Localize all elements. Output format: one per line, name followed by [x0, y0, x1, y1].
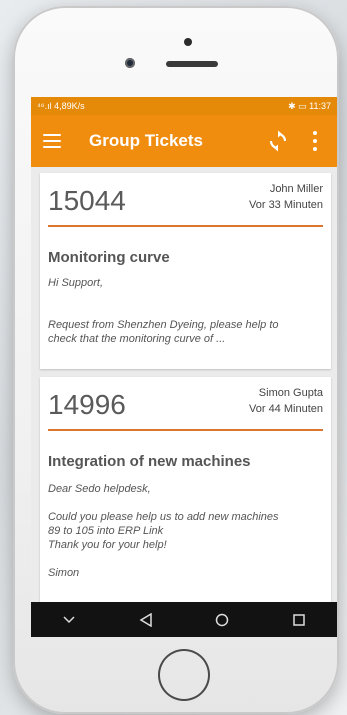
app-bar: Group Tickets [31, 115, 337, 167]
home-button[interactable] [158, 649, 210, 701]
body-line: Dear Sedo helpdesk, [48, 483, 151, 495]
body-line: check that the monitoring curve of ... [48, 333, 226, 345]
ticket-author: John Miller [269, 183, 323, 195]
ticket-time: Vor 44 Minuten [249, 403, 323, 415]
phone-screen: ⁴⁶.ıl 4,89K/s ✱ ▭ 11:37 Group Tickets 15… [31, 97, 337, 637]
recents-icon[interactable] [287, 608, 311, 632]
sync-icon[interactable] [267, 130, 289, 152]
ticket-header: 15044 John Miller Vor 33 Minuten [40, 173, 331, 225]
body-line [48, 290, 323, 304]
status-left: ⁴⁶.ıl 4,89K/s [37, 101, 85, 111]
page-title: Group Tickets [89, 131, 203, 150]
ticket-author: Simon Gupta [258, 387, 323, 399]
earpiece-speaker [166, 61, 218, 67]
ticket-time: Vor 33 Minuten [249, 199, 323, 211]
status-right: ✱ ▭ 11:37 [288, 100, 331, 111]
ticket-number: 14996 [48, 389, 126, 420]
more-vert-icon[interactable] [313, 131, 317, 151]
ticket-subject: Integration of new machines [48, 453, 251, 470]
body-line: 89 to 105 into ERP Link [48, 525, 164, 537]
body-line [48, 552, 323, 566]
body-line: Thank you for your help! [48, 539, 167, 551]
ticket-number: 15044 [48, 185, 126, 216]
body-line: Request from Shenzhen Dyeing, please hel… [48, 319, 279, 331]
ticket-header: 14996 Simon Gupta Vor 44 Minuten [40, 377, 331, 429]
collapse-icon[interactable] [57, 608, 81, 632]
ticket-list: 15044 John Miller Vor 33 Minuten Monitor… [31, 173, 337, 607]
ticket-subject: Monitoring curve [48, 249, 170, 266]
android-nav-bar [31, 602, 337, 637]
sensor-dot [184, 38, 192, 46]
ticket-card[interactable]: 15044 John Miller Vor 33 Minuten Monitor… [40, 173, 331, 369]
ticket-card[interactable]: 14996 Simon Gupta Vor 44 Minuten Integra… [40, 377, 331, 607]
ticket-body: Hi Support, Request from Shenzhen Dyeing… [40, 276, 331, 346]
back-icon[interactable] [134, 608, 158, 632]
body-line [48, 496, 323, 510]
body-line: Could you please help us to add new mach… [48, 511, 279, 523]
body-line: Simon [48, 567, 80, 579]
status-bar: ⁴⁶.ıl 4,89K/s ✱ ▭ 11:37 [31, 97, 337, 115]
front-camera [125, 58, 135, 68]
home-icon[interactable] [210, 608, 234, 632]
ticket-body: Dear Sedo helpdesk, Could you please hel… [40, 482, 331, 580]
body-line: Hi Support, [48, 277, 104, 289]
menu-icon[interactable] [43, 134, 61, 148]
